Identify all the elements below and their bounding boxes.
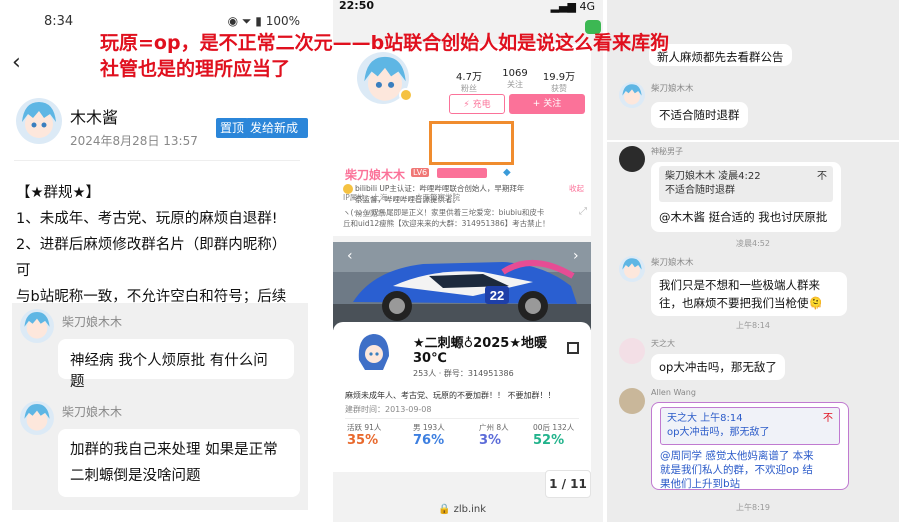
middle-screenshot-panel: 22:50 ▂▄▆ 4G 4.7万 粉丝 1069 关注 19.9万 获赞 ⚡ 充电 … [333,0,603,522]
send-to-new-members-button[interactable]: 发给新成员 [246,118,308,155]
qr-code-icon[interactable] [567,342,579,354]
reply-bubble[interactable]: 柴刀娘木木 凌晨4:22 不适合随时退群 不 @木木酱 挺合适的 我也讨厌原批 [651,162,841,232]
back-arrow-icon[interactable]: ‹ [12,50,21,75]
quoted-message[interactable]: 柴刀娘木木 凌晨4:22 不适合随时退群 不 [659,166,833,202]
avatar[interactable] [20,309,54,343]
stat-likes[interactable]: 19.9万 获赞 [539,68,579,94]
level-badge: LV6 [411,168,430,177]
expand-icon[interactable]: ⤢ [579,206,587,217]
diamond-icon: ◆ [503,167,511,178]
profile-username: 柴刀娘木木 [345,168,406,182]
highlight-box [429,121,514,165]
avatar[interactable] [619,82,645,108]
avatar[interactable] [619,338,645,364]
group-description: 麻烦未成年人、考古党、玩原的不要加群！！ 不要加群！！ [345,391,556,400]
group-stat-active: 活跃 91人 35% [347,423,382,448]
cover-image[interactable]: 22 [333,242,591,330]
message-bubble[interactable]: 不适合随时退群 [651,102,748,128]
page-indicator[interactable]: 1 / 11 [545,470,591,498]
fans-medal-label: 粉丝勋章 [355,209,385,218]
prev-arrow-icon[interactable]: ‹ [347,248,353,264]
collapse-link[interactable]: 收起 [569,183,584,194]
avatar[interactable] [619,256,645,282]
divider [345,418,579,419]
message-text: @周同学 感觉太他妈离谱了 本来 就是我们私人的群，不欢迎op 结 果他们上升到… [660,450,814,490]
verified-badge-icon [399,88,413,102]
school-label: 广西警察学院 [415,193,460,202]
rules-title: 【★群规★】 [16,185,100,201]
avatar[interactable] [20,401,54,435]
vip-badge [437,168,487,178]
chat-area: 柴刀娘木木 神经病 我个人烦原批 有什么问题 柴刀娘木木 加群的我自己来处理 如… [12,303,308,510]
sender-name: 天之大 [651,339,675,348]
group-created: 建群时间：2013-09-08 [345,405,432,414]
post-author: 木木酱 [70,108,119,127]
timestamp: 上午8:19 [736,503,770,512]
stat-following[interactable]: 1069 关注 [495,68,535,90]
status-time: 22:50 [339,0,375,12]
message-line: 往，也麻烦不要把我们当枪使🫠 [659,296,823,310]
message-bubble[interactable]: 我们只是不想和一些极端人群来 往，也麻烦不要把我们当枪使🫠 [651,272,847,316]
group-avatar [355,330,393,372]
rules-line: 2、进群后麻烦修改群名片（即群内昵称）可 [16,237,287,279]
overlay-caption: 玩原=op，是不正常二次元——b站联合创始人如是说这么看来库狗 [100,32,670,54]
message-bubble[interactable]: 加群的我自己来处理 如果是正常 二刺螈倒是没啥问题 [58,429,300,497]
reply-bubble[interactable]: 天之大 上午8:14 op大冲击吗，那无敌了 不 @周同学 感觉太他妈离谱了 本… [651,402,849,490]
next-arrow-icon[interactable]: › [573,248,579,264]
right-screenshot-panel: 新人麻烦都先去看群公告 柴刀娘木木 不适合随时退群 神秘男子 柴刀娘木木 凌晨4… [607,0,899,522]
group-name: ★二刺螈♁2025★地暖 30℃ [413,336,548,366]
signal-icon: ▂▄▆ 4G [550,0,595,13]
stat-fans[interactable]: 4.7万 粉丝 [449,68,489,94]
avatar[interactable] [619,146,645,172]
avatar[interactable] [16,98,62,144]
group-card[interactable]: ★二刺螈♁2025★地暖 30℃ 253人 · 群号：314951386 麻烦未… [333,322,591,472]
timestamp: 凌晨4:52 [736,239,770,248]
message-line: 二刺螈倒是没啥问题 [70,468,201,484]
ip-location: IP属地：上海 [343,193,388,202]
follow-button[interactable]: + 关注 [509,94,585,114]
status-battery: ◉ ⏷ ▮ 100% [227,14,300,28]
avatar[interactable] [619,388,645,414]
status-time: 8:34 [44,14,74,29]
sender-name: Allen Wang [651,388,696,397]
status-bar: 22:50 ▂▄▆ 4G [333,0,603,14]
pin-button[interactable]: 置顶 [216,118,249,138]
divider [14,160,300,161]
sender-name: 神秘男子 [651,147,683,156]
message-line: 加群的我自己来处理 如果是正常 [70,442,278,458]
message-bubble[interactable]: 神经病 我个人烦原批 有什么问题 [58,339,294,390]
url-bar[interactable]: 🔒 zlb.ink [333,504,591,515]
message-bubble[interactable]: op大冲击吗，那无敌了 [651,354,785,380]
sender-name: 柴刀娘木木 [651,258,694,268]
group-members: 253人 · 群号：314951386 [413,369,514,378]
group-stat-male: 男 193人 76% [413,423,445,448]
car-number: 22 [490,288,504,303]
message-text: @木木酱 挺合适的 我也讨厌原批 [659,210,828,224]
post-date: 2024年8月28日 13:57 [70,134,198,148]
message-line: 我们只是不想和一些极端人群来 [659,278,820,292]
group-stat-location: 广州 8人 3% [479,423,509,448]
sender-name: 柴刀娘木木 [62,405,123,419]
divider [607,140,899,142]
charge-button[interactable]: ⚡ 充电 [449,94,505,114]
rules-line: 1、未成年、考古党、玩原的麻烦自退群! [16,211,278,227]
message-bubble[interactable]: 新人麻烦都先去看群公告 [649,44,792,66]
overlay-caption: 社管也是的理所应当了 [100,58,291,80]
group-stat-age: 00后 132人 52% [533,423,575,448]
sender-name: 柴刀娘木木 [651,84,694,94]
sender-name: 柴刀娘木木 [62,315,123,329]
status-bar: 8:34 ◉ ⏷ ▮ 100% [44,14,300,29]
timestamp: 上午8:14 [736,321,770,330]
quoted-message[interactable]: 天之大 上午8:14 op大冲击吗，那无敌了 不 [660,407,840,445]
